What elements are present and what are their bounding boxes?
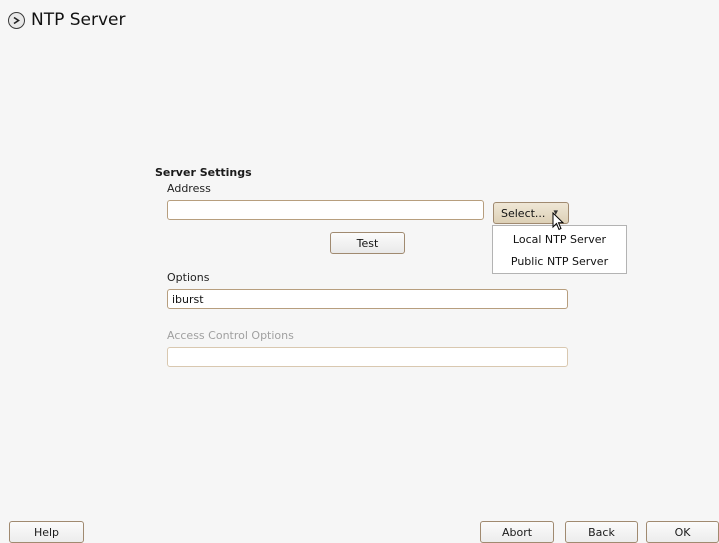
address-input[interactable] [167,200,484,220]
options-label: Options [167,271,210,284]
menu-item-public-ntp-server[interactable]: Public NTP Server [493,255,626,268]
abort-button-label: Abort [501,526,533,539]
ntp-clock-icon [8,11,25,29]
window-header: NTP Server [8,10,126,30]
test-button[interactable]: Test [330,232,405,254]
access-control-input [167,347,568,367]
select-button-label: Select... [501,206,546,220]
mouse-cursor-icon [552,212,565,231]
select-dropdown-menu: Local NTP Server Public NTP Server [492,225,627,274]
back-button-label: Back [588,526,615,539]
help-button-label: Help [33,526,60,539]
access-control-label: Access Control Options [167,329,294,342]
page-title: NTP Server [31,10,126,30]
menu-item-local-ntp-server[interactable]: Local NTP Server [493,233,626,246]
options-input[interactable] [167,289,568,309]
ok-button-label: OK [674,526,691,539]
server-settings-heading: Server Settings [155,166,252,179]
address-label: Address [167,182,211,195]
test-button-label: Test [356,236,379,250]
